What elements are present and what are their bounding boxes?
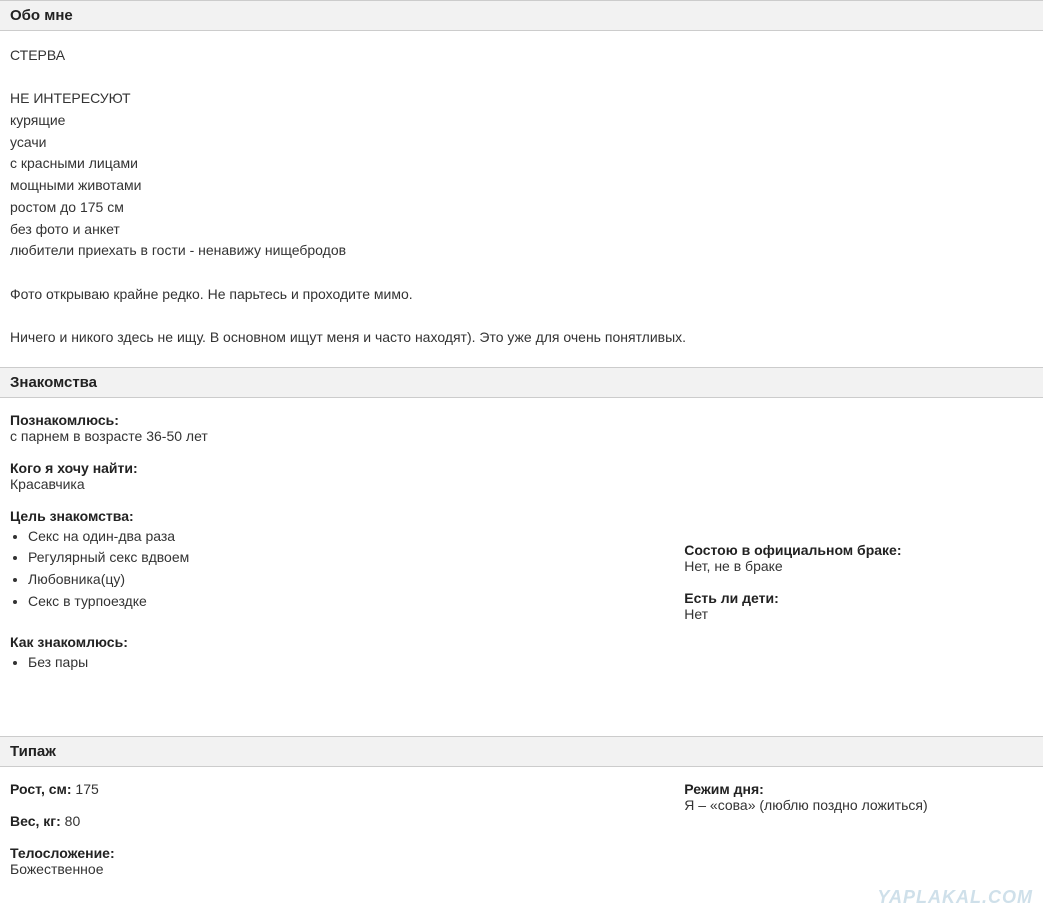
height-field: Рост, см: 175 bbox=[10, 781, 644, 797]
height-value: 175 bbox=[75, 781, 98, 797]
about-line: ростом до 175 см bbox=[10, 197, 1033, 219]
list-item: Секс в турпоездке bbox=[28, 591, 644, 613]
meet-value: с парнем в возрасте 36-50 лет bbox=[10, 428, 644, 444]
purpose-label: Цель знакомства: bbox=[10, 508, 644, 524]
type-section-header: Типаж bbox=[0, 736, 1043, 767]
how-field: Как знакомлюсь: Без пары bbox=[10, 634, 644, 674]
about-section-header: Обо мне bbox=[0, 0, 1043, 31]
about-line: НЕ ИНТЕРЕСУЮТ bbox=[10, 88, 1033, 110]
about-line: с красными лицами bbox=[10, 153, 1033, 175]
children-value: Нет bbox=[684, 606, 1033, 622]
build-field: Телосложение: Божественное bbox=[10, 845, 644, 877]
marriage-label: Состою в официальном браке: bbox=[684, 542, 1033, 558]
meet-field: Познакомлюсь: с парнем в возрасте 36-50 … bbox=[10, 412, 644, 444]
meet-label: Познакомлюсь: bbox=[10, 412, 644, 428]
about-line bbox=[10, 305, 1033, 327]
routine-value: Я – «сова» (люблю поздно ложиться) bbox=[684, 797, 1033, 813]
about-line: Фото открываю крайне редко. Не парьтесь … bbox=[10, 284, 1033, 306]
about-line: курящие bbox=[10, 110, 1033, 132]
height-label: Рост, см: bbox=[10, 781, 72, 797]
routine-label: Режим дня: bbox=[684, 781, 1033, 797]
type-title: Типаж bbox=[10, 743, 56, 760]
type-section-body: Рост, см: 175 Вес, кг: 80 Телосложение: … bbox=[0, 767, 1043, 911]
about-line: мощными животами bbox=[10, 175, 1033, 197]
dating-section-body: Познакомлюсь: с парнем в возрасте 36-50 … bbox=[0, 398, 1043, 708]
weight-field: Вес, кг: 80 bbox=[10, 813, 644, 829]
dating-title: Знакомства bbox=[10, 374, 97, 391]
find-label: Кого я хочу найти: bbox=[10, 460, 644, 476]
marriage-value: Нет, не в браке bbox=[684, 558, 1033, 574]
list-item: Регулярный секс вдвоем bbox=[28, 547, 644, 569]
about-line: усачи bbox=[10, 132, 1033, 154]
weight-label: Вес, кг: bbox=[10, 813, 61, 829]
about-title: Обо мне bbox=[10, 7, 73, 24]
about-line: без фото и анкет bbox=[10, 219, 1033, 241]
list-item: Секс на один-два раза bbox=[28, 526, 644, 548]
children-field: Есть ли дети: Нет bbox=[684, 590, 1033, 622]
list-item: Без пары bbox=[28, 652, 644, 674]
find-field: Кого я хочу найти: Красавчика bbox=[10, 460, 644, 492]
marriage-field: Состою в официальном браке: Нет, не в бр… bbox=[684, 542, 1033, 574]
find-value: Красавчика bbox=[10, 476, 644, 492]
about-line: любители приехать в гости - ненавижу нищ… bbox=[10, 240, 1033, 262]
purpose-list: Секс на один-два разаРегулярный секс вдв… bbox=[28, 526, 644, 613]
about-line: СТЕРВА bbox=[10, 45, 1033, 67]
how-label: Как знакомлюсь: bbox=[10, 634, 644, 650]
weight-value: 80 bbox=[65, 813, 81, 829]
about-line bbox=[10, 67, 1033, 89]
routine-field: Режим дня: Я – «сова» (люблю поздно ложи… bbox=[684, 781, 1033, 813]
dating-section-header: Знакомства bbox=[0, 367, 1043, 398]
list-item: Любовника(цу) bbox=[28, 569, 644, 591]
how-list: Без пары bbox=[28, 652, 644, 674]
children-label: Есть ли дети: bbox=[684, 590, 1033, 606]
about-section-body: СТЕРВА НЕ ИНТЕРЕСУЮТкурящиеусачис красны… bbox=[0, 31, 1043, 367]
about-line bbox=[10, 262, 1033, 284]
purpose-field: Цель знакомства: Секс на один-два разаРе… bbox=[10, 508, 644, 613]
build-label: Телосложение: bbox=[10, 845, 644, 861]
about-line: Ничего и никого здесь не ищу. В основном… bbox=[10, 327, 1033, 349]
build-value: Божественное bbox=[10, 861, 644, 877]
